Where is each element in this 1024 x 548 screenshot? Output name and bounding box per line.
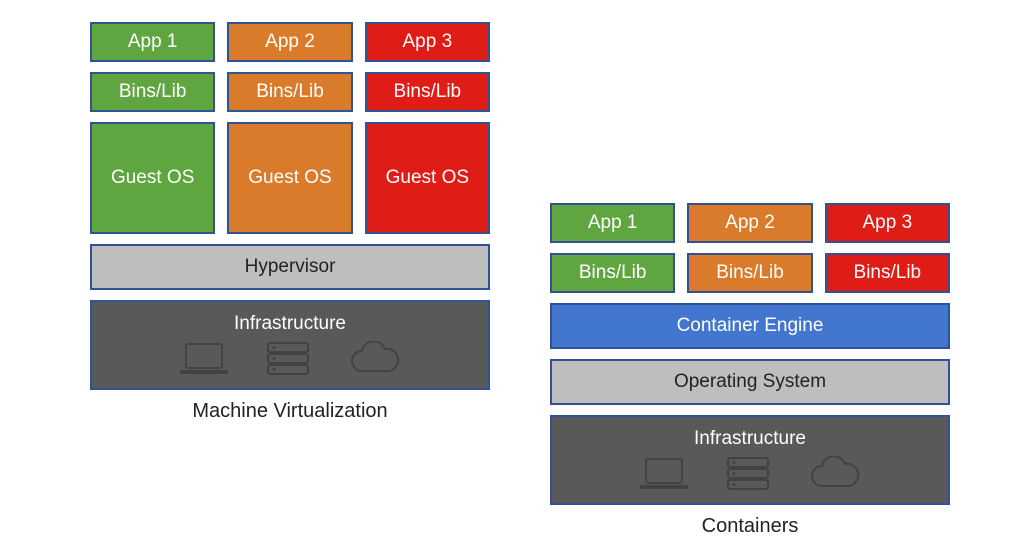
ctr-bins-2: Bins/Lib	[687, 253, 812, 293]
vm-guestos-1: Guest OS	[90, 122, 215, 234]
os-layer: Operating System	[550, 359, 950, 405]
vm-guestos-2: Guest OS	[227, 122, 352, 234]
vm-stack: App 1 App 2 App 3 Bins/Lib Bins/Lib Bins…	[90, 22, 490, 538]
ctr-apps-row: App 1 App 2 App 3	[550, 203, 950, 243]
server-icon	[266, 341, 310, 377]
ctr-bins-3: Bins/Lib	[825, 253, 950, 293]
ctr-bins-1: Bins/Lib	[550, 253, 675, 293]
ctr-app-2: App 2	[687, 203, 812, 243]
server-icon	[726, 456, 770, 492]
vm-bins-row: Bins/Lib Bins/Lib Bins/Lib	[90, 72, 490, 112]
hypervisor-layer: Hypervisor	[90, 244, 490, 290]
cloud-icon	[806, 456, 862, 492]
ctr-bins-row: Bins/Lib Bins/Lib Bins/Lib	[550, 253, 950, 293]
vm-caption: Machine Virtualization	[90, 400, 490, 423]
vm-app-3: App 3	[365, 22, 490, 62]
infra-icons	[638, 456, 862, 492]
vm-apps-row: App 1 App 2 App 3	[90, 22, 490, 62]
guest-os-label: Guest OS	[386, 168, 469, 189]
vm-guestos-row: Guest OS Guest OS Guest OS	[90, 122, 490, 234]
ctr-app-3: App 3	[825, 203, 950, 243]
container-engine-layer: Container Engine	[550, 303, 950, 349]
laptop-icon	[178, 342, 230, 376]
guest-os-label: Guest OS	[111, 168, 194, 189]
ctr-app-1: App 1	[550, 203, 675, 243]
infrastructure-label: Infrastructure	[234, 313, 346, 335]
infrastructure-label: Infrastructure	[694, 428, 806, 450]
vm-infrastructure-layer: Infrastructure	[90, 300, 490, 390]
laptop-icon	[638, 457, 690, 491]
vm-bins-1: Bins/Lib	[90, 72, 215, 112]
guest-os-label: Guest OS	[248, 168, 331, 189]
vm-guestos-3: Guest OS	[365, 122, 490, 234]
container-stack: App 1 App 2 App 3 Bins/Lib Bins/Lib Bins…	[550, 22, 950, 538]
vm-app-2: App 2	[227, 22, 352, 62]
vm-bins-2: Bins/Lib	[227, 72, 352, 112]
cloud-icon	[346, 341, 402, 377]
vm-bins-3: Bins/Lib	[365, 72, 490, 112]
ctr-infrastructure-layer: Infrastructure	[550, 415, 950, 505]
vm-app-1: App 1	[90, 22, 215, 62]
ctr-caption: Containers	[550, 515, 950, 538]
infra-icons	[178, 341, 402, 377]
